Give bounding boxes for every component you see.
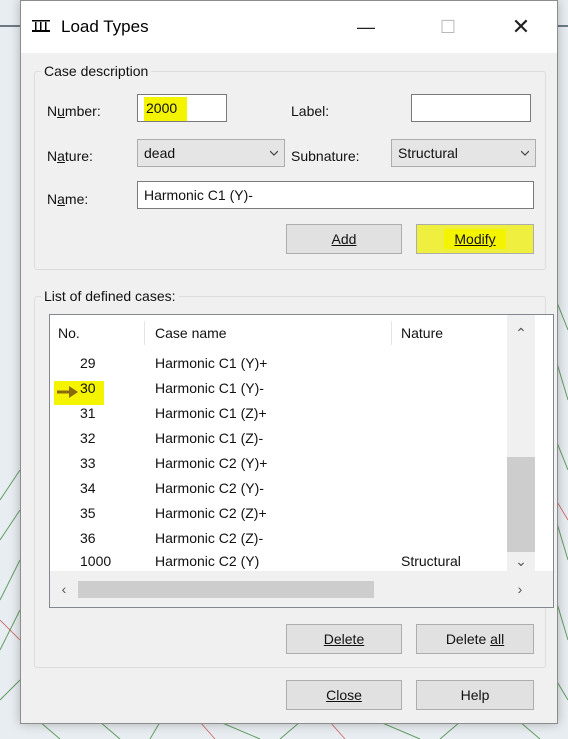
maximize-button[interactable]: ☐ [425, 1, 471, 53]
scroll-left-icon[interactable]: ‹ [54, 579, 74, 599]
subnature-label: Subnature: [291, 148, 360, 164]
row-case-name: Harmonic C1 (Z)- [155, 430, 264, 446]
column-divider[interactable] [144, 321, 145, 345]
help-button[interactable]: Help [416, 680, 534, 710]
table-row[interactable]: 34 Harmonic C2 (Y)- [50, 476, 510, 501]
defined-cases-legend: List of defined cases: [44, 288, 176, 304]
row-no: 31 [80, 405, 96, 421]
row-no: 36 [80, 530, 96, 546]
delete-button-label: Delete [323, 631, 365, 647]
vertical-scrollbar[interactable]: ⌃ ⌄ [507, 315, 535, 571]
load-types-app-icon [32, 20, 50, 32]
row-no: 29 [80, 355, 96, 371]
horizontal-scrollbar[interactable]: ‹ › [50, 571, 535, 607]
number-label: Number: [47, 103, 101, 119]
subnature-value: Structural [398, 145, 458, 161]
number-value: 2000 [144, 97, 188, 121]
row-case-name: Harmonic C2 (Z)- [155, 530, 264, 546]
row-no: 32 [80, 430, 96, 446]
row-case-name: Harmonic C2 (Z)+ [155, 505, 267, 521]
chevron-down-icon [521, 150, 529, 156]
chevron-down-icon [270, 150, 278, 156]
horizontal-scroll-thumb[interactable] [78, 581, 374, 598]
window-title: Load Types [61, 17, 149, 36]
defined-cases-list[interactable]: No. Case name Nature 29 Harmonic C1 (Y)+… [49, 314, 554, 608]
close-window-button[interactable]: ✕ [498, 1, 544, 53]
row-case-name: Harmonic C2 (Y)+ [155, 455, 268, 471]
row-case-name: Harmonic C2 (Y)- [155, 480, 264, 496]
column-divider[interactable] [391, 321, 392, 345]
delete-all-button[interactable]: Delete all [416, 624, 534, 654]
nature-value: dead [144, 145, 176, 161]
label-input[interactable] [411, 94, 531, 122]
nature-select[interactable]: dead [137, 139, 285, 167]
name-label: Name: [47, 191, 89, 207]
name-input[interactable]: Harmonic C1 (Y)- [137, 181, 534, 209]
add-button[interactable]: Add [286, 224, 402, 254]
delete-button[interactable]: Delete [286, 624, 402, 654]
close-button[interactable]: Close [286, 680, 402, 710]
table-row[interactable]: 30 Harmonic C1 (Y)- [50, 376, 510, 401]
table-row[interactable]: 36 Harmonic C2 (Z)- [50, 526, 510, 551]
vertical-scroll-thumb[interactable] [507, 457, 535, 552]
row-no: 30 [80, 380, 96, 396]
table-row[interactable]: 35 Harmonic C2 (Z)+ [50, 501, 510, 526]
scroll-right-icon[interactable]: › [510, 579, 530, 599]
scrollbar-corner [535, 571, 553, 607]
column-header-case-name[interactable]: Case name [155, 315, 227, 351]
case-description-legend: Case description [44, 63, 149, 79]
row-case-name: Harmonic C1 (Y)- [155, 380, 264, 396]
row-case-name: Harmonic C1 (Z)+ [155, 405, 267, 421]
row-no: 35 [80, 505, 96, 521]
delete-all-button-label: Delete all [445, 631, 505, 647]
subnature-select[interactable]: Structural [391, 139, 536, 167]
row-no: 33 [80, 455, 96, 471]
row-case-name: Harmonic C1 (Y)+ [155, 355, 268, 371]
minimize-button[interactable]: — [343, 1, 389, 53]
scroll-down-icon[interactable]: ⌄ [511, 551, 531, 571]
row-no: 34 [80, 480, 96, 496]
scroll-up-icon[interactable]: ⌃ [511, 323, 531, 343]
close-button-label: Close [326, 687, 362, 703]
load-types-dialog: Load Types — ☐ ✕ Case description Number… [20, 0, 558, 724]
table-row[interactable]: 31 Harmonic C1 (Z)+ [50, 401, 510, 426]
add-button-label: Add [331, 231, 357, 247]
table-row[interactable]: 32 Harmonic C1 (Z)- [50, 426, 510, 451]
column-header-nature[interactable]: Nature [401, 315, 443, 351]
number-input[interactable]: 2000 [137, 94, 227, 122]
table-row[interactable]: 33 Harmonic C2 (Y)+ [50, 451, 510, 476]
table-row[interactable]: 29 Harmonic C1 (Y)+ [50, 351, 510, 376]
title-bar: Load Types — ☐ ✕ [21, 1, 557, 53]
nature-label: Nature: [47, 148, 93, 164]
column-header-no[interactable]: No. [58, 315, 80, 351]
label-label: Label: [291, 103, 330, 119]
modify-button-label: Modify [454, 231, 496, 247]
modify-button[interactable]: Modify [416, 224, 534, 254]
